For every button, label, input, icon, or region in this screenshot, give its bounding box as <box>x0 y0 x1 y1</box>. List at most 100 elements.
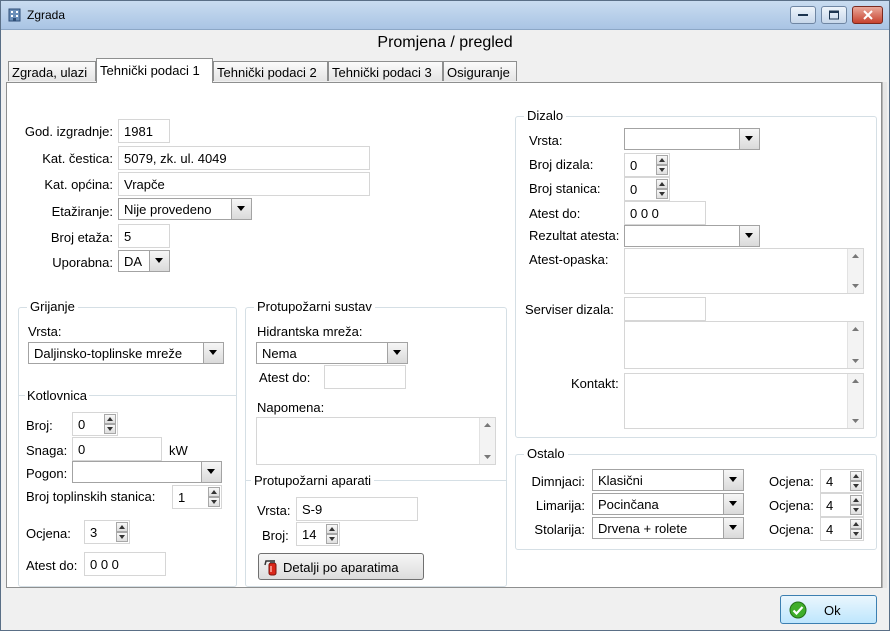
tab-osiguranje[interactable]: Osiguranje <box>443 61 517 81</box>
arrow-down-icon <box>329 537 335 541</box>
god-izgradnje-input[interactable]: 1981 <box>118 119 170 143</box>
spin-down-button[interactable] <box>656 189 668 199</box>
spin-down-button[interactable] <box>850 505 862 515</box>
broj-dizala-spinner[interactable]: 0 <box>624 153 670 177</box>
zgrada-window: Zgrada Promjena / pregled Zgrada, ulazi … <box>0 0 890 631</box>
napomena-scrollbar[interactable] <box>479 418 495 464</box>
spin-down-button[interactable] <box>116 532 128 542</box>
etaziranje-dropdown-button[interactable] <box>231 199 251 219</box>
dizalo-atest-label: Atest do: <box>529 206 581 221</box>
hidrantska-mreza-select[interactable]: Nema <box>256 342 408 364</box>
spin-up-button[interactable] <box>208 487 220 497</box>
dimnjaci-dropdown-button[interactable] <box>723 470 743 490</box>
minimize-button[interactable] <box>790 6 816 24</box>
dizalo-vrsta-select[interactable] <box>624 128 760 150</box>
napomena-textarea[interactable] <box>256 417 496 465</box>
rezultat-atesta-dropdown-button[interactable] <box>739 226 759 246</box>
atest-opaska-label: Atest-opaska: <box>529 252 609 267</box>
grijanje-vrsta-label: Vrsta: <box>28 324 62 339</box>
close-icon <box>862 10 873 20</box>
maximize-button[interactable] <box>821 6 847 24</box>
detalji-po-aparatima-button[interactable]: Detalji po aparatima <box>258 553 424 580</box>
limarija-ocjena-label: Ocjena: <box>769 498 814 513</box>
spin-down-button[interactable] <box>104 424 116 434</box>
kontakt-textarea[interactable] <box>624 373 864 429</box>
grijanje-vrsta-select[interactable]: Daljinsko-toplinske mreže <box>28 342 224 364</box>
stolarija-ocjena-value: 4 <box>826 522 834 537</box>
dimnjaci-select[interactable]: Klasični <box>592 469 744 491</box>
limarija-ocjena-spinner[interactable]: 4 <box>820 493 864 517</box>
serviser-dizala-input[interactable] <box>624 297 706 321</box>
dizalo-legend: Dizalo <box>524 108 567 123</box>
panel-scrollbar[interactable] <box>882 82 887 588</box>
rezultat-atesta-select[interactable] <box>624 225 760 247</box>
spin-up-button[interactable] <box>656 179 668 189</box>
ok-button[interactable]: Ok <box>780 595 877 624</box>
hidrant-atest-input[interactable] <box>324 365 406 389</box>
kontakt-scrollbar[interactable] <box>847 374 863 428</box>
spin-down-button[interactable] <box>850 529 862 539</box>
arrow-up-icon <box>329 527 335 531</box>
tab-zgrada-ulazi[interactable]: Zgrada, ulazi <box>8 61 96 81</box>
stolarija-ocjena-spinner[interactable]: 4 <box>820 517 864 541</box>
atest-opaska-scrollbar[interactable] <box>847 249 863 293</box>
spin-down-button[interactable] <box>208 497 220 507</box>
spin-down-button[interactable] <box>326 534 338 544</box>
serviser-notes-textarea[interactable] <box>624 321 864 369</box>
atest-opaska-textarea[interactable] <box>624 248 864 294</box>
arrow-down-icon <box>211 500 217 504</box>
scroll-down-icon <box>484 455 491 459</box>
kotlovnica-broj-spinner[interactable]: 0 <box>72 412 118 436</box>
dialog-title: Promjena / pregled <box>377 34 513 51</box>
arrow-down-icon <box>853 484 859 488</box>
arrow-up-icon <box>853 498 859 502</box>
grijanje-vrsta-dropdown-button[interactable] <box>203 343 223 363</box>
grijanje-ocjena-spinner[interactable]: 3 <box>84 520 130 544</box>
maximize-icon <box>829 10 839 20</box>
limarija-select[interactable]: Pocinčana <box>592 493 744 515</box>
spin-up-button[interactable] <box>104 414 116 424</box>
dimnjaci-ocjena-spinner[interactable]: 4 <box>820 469 864 493</box>
broj-stanica-spinner[interactable]: 0 <box>624 177 670 201</box>
serviser-notes-scrollbar[interactable] <box>847 322 863 368</box>
pogon-dropdown-button[interactable] <box>201 462 221 482</box>
grijanje-atest-input[interactable]: 0 0 0 <box>84 552 166 576</box>
serviser-dizala-label: Serviser dizala: <box>525 302 614 317</box>
hidrantska-mreza-dropdown-button[interactable] <box>387 343 407 363</box>
stolarija-dropdown-button[interactable] <box>723 518 743 538</box>
limarija-dropdown-button[interactable] <box>723 494 743 514</box>
spin-up-button[interactable] <box>850 519 862 529</box>
dizalo-atest-input[interactable]: 0 0 0 <box>624 201 706 225</box>
arrow-down-icon <box>107 427 113 431</box>
spin-up-button[interactable] <box>850 471 862 481</box>
tab-tehnicki-podaci-3[interactable]: Tehnički podaci 3 <box>328 61 443 81</box>
spin-down-button[interactable] <box>656 165 668 175</box>
arrow-up-icon <box>211 490 217 494</box>
spin-up-button[interactable] <box>656 155 668 165</box>
spin-up-button[interactable] <box>326 524 338 534</box>
spin-up-button[interactable] <box>850 495 862 505</box>
toplinske-stanice-label: Broj toplinskih stanica: <box>26 489 156 504</box>
broj-etaza-label: Broj etaža: <box>50 230 113 245</box>
aparati-vrsta-input[interactable]: S-9 <box>296 497 418 521</box>
tab-tehnicki-podaci-1[interactable]: Tehnički podaci 1 <box>96 58 213 83</box>
spin-up-button[interactable] <box>116 522 128 532</box>
tab-tehnicki-podaci-2[interactable]: Tehnički podaci 2 <box>213 61 328 81</box>
kat-cestica-input[interactable]: 5079, zk. ul. 4049 <box>118 146 370 170</box>
aparati-broj-spinner[interactable]: 14 <box>296 522 340 546</box>
spin-down-button[interactable] <box>850 481 862 491</box>
etaziranje-select[interactable]: Nije provedeno <box>118 198 252 220</box>
broj-etaza-input[interactable]: 5 <box>118 224 170 248</box>
dizalo-vrsta-dropdown-button[interactable] <box>739 129 759 149</box>
stolarija-select[interactable]: Drvena + rolete <box>592 517 744 539</box>
uporabna-select[interactable]: DA <box>118 250 170 272</box>
snaga-input[interactable]: 0 <box>72 437 162 461</box>
toplinske-stanice-spinner[interactable]: 1 <box>172 485 222 509</box>
kat-opcina-input[interactable]: Vrapče <box>118 172 370 196</box>
aparati-broj-label: Broj: <box>262 528 289 543</box>
chevron-down-icon <box>207 469 215 474</box>
close-button[interactable] <box>852 6 883 24</box>
pogon-select[interactable] <box>72 461 222 483</box>
uporabna-dropdown-button[interactable] <box>149 251 169 271</box>
title-bar[interactable]: Zgrada <box>1 1 889 30</box>
